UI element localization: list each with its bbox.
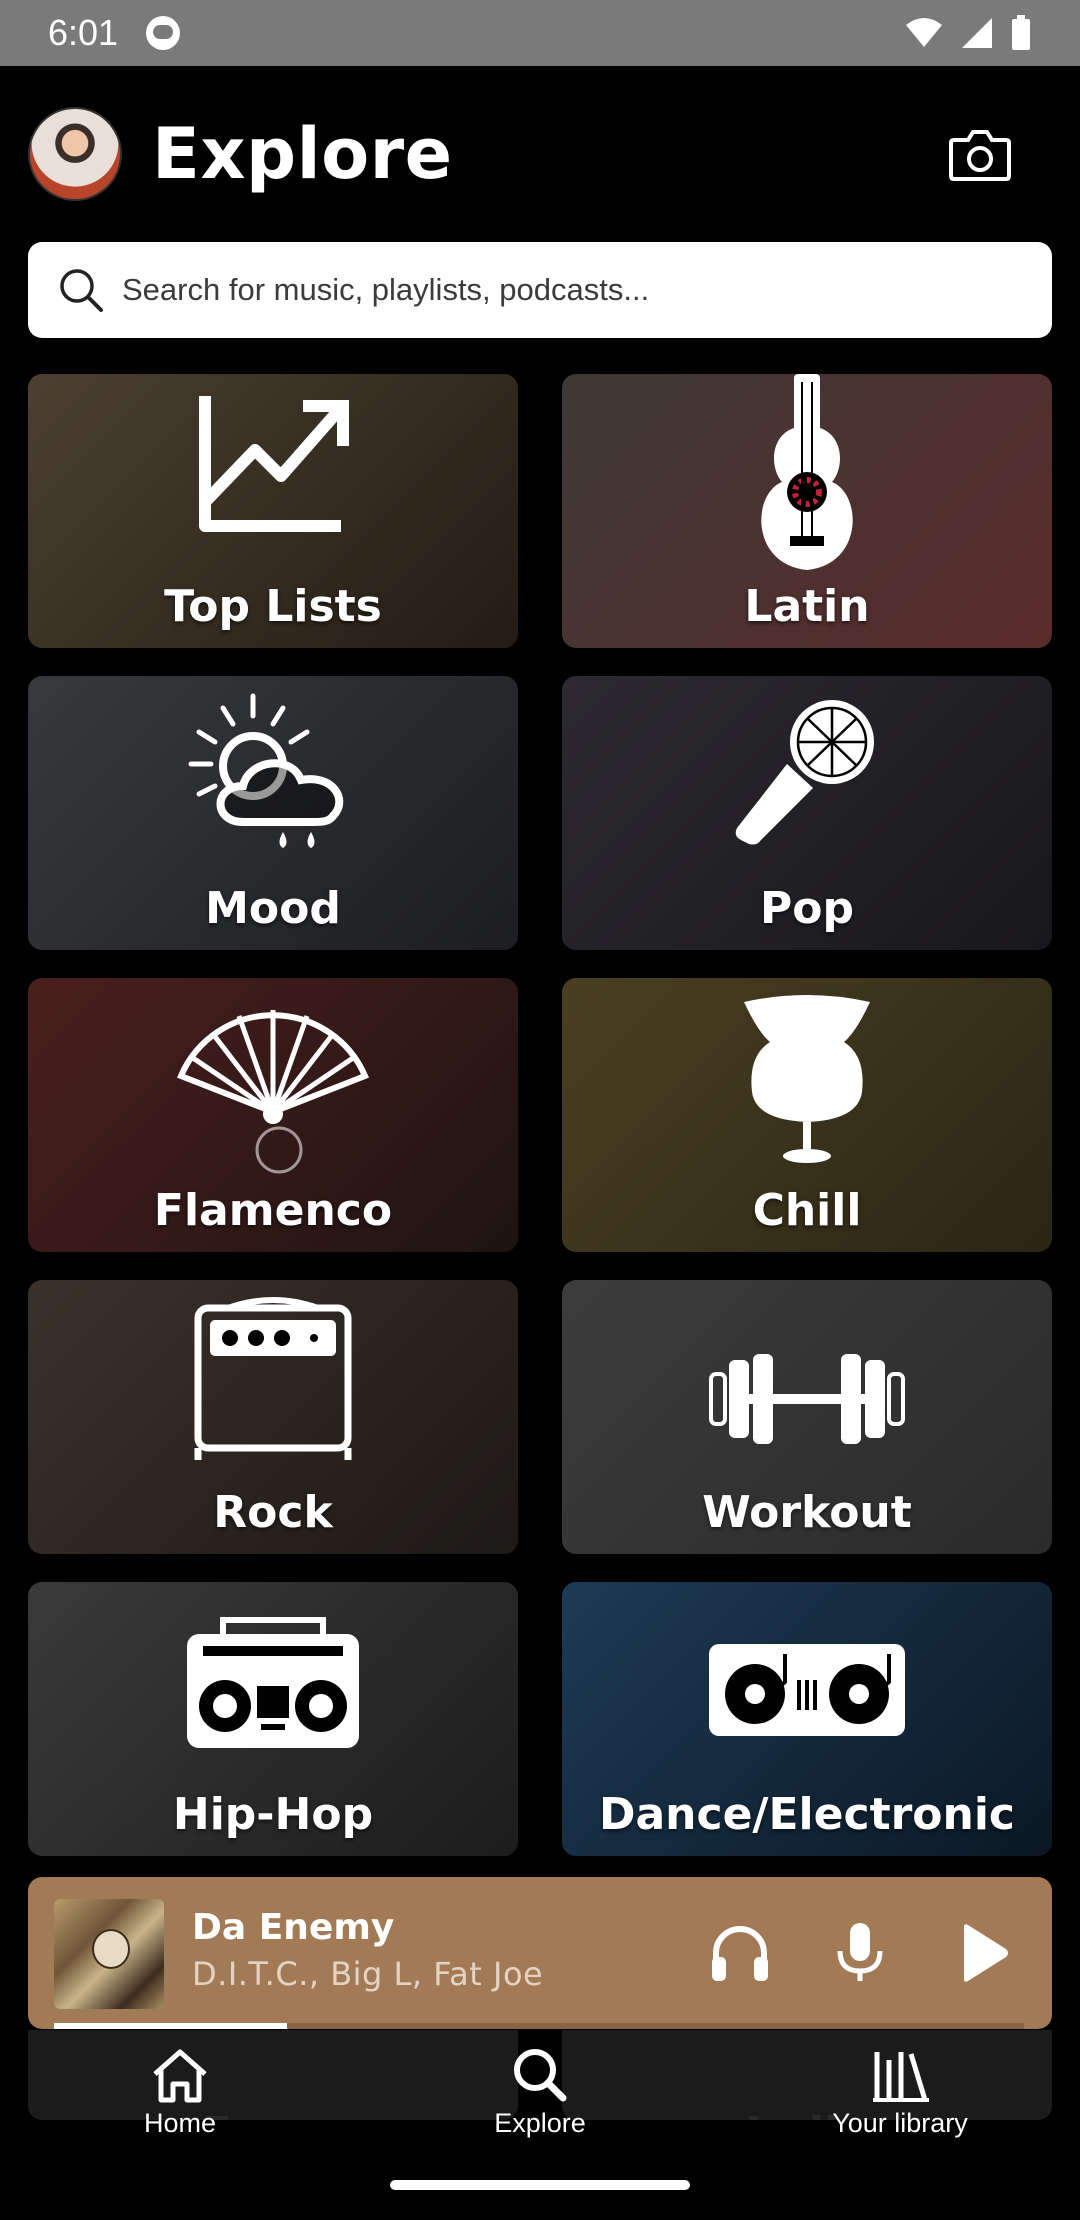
category-tile-workout[interactable]: Workout bbox=[562, 1280, 1052, 1554]
playback-progress bbox=[54, 2023, 1024, 2029]
library-icon bbox=[873, 2052, 929, 2102]
track-title: Da Enemy bbox=[192, 1907, 395, 1948]
album-art[interactable] bbox=[54, 1899, 164, 2009]
page-title: Explore bbox=[152, 113, 453, 195]
turntable-icon bbox=[709, 1644, 905, 1736]
app-notification-icon bbox=[146, 16, 181, 50]
explore-icon bbox=[514, 2049, 567, 2102]
track-artist: D.I.T.C., Big L, Fat Joe bbox=[192, 1955, 544, 1993]
category-label: Hip-Hop bbox=[172, 1789, 374, 1840]
search-icon bbox=[60, 269, 103, 312]
playback-progress-fill bbox=[54, 2023, 287, 2029]
category-label: Workout bbox=[702, 1487, 912, 1538]
amplifier-icon bbox=[194, 1297, 352, 1460]
status-bar: 6:01 bbox=[0, 0, 1080, 66]
status-icons bbox=[904, 15, 1032, 51]
category-label: Flamenco bbox=[153, 1185, 393, 1236]
camera-icon[interactable] bbox=[948, 126, 1012, 182]
category-tile-chill[interactable]: Chill bbox=[562, 978, 1052, 1252]
page-header: Explore bbox=[28, 106, 1052, 202]
category-tile-latin[interactable]: Latin bbox=[562, 374, 1052, 648]
category-tile-top-lists[interactable]: Top Lists bbox=[28, 374, 518, 648]
nav-your-library[interactable]: Your library bbox=[790, 2046, 1010, 2139]
category-label: Chill bbox=[752, 1185, 862, 1236]
signal-icon bbox=[962, 18, 992, 48]
category-tile-hip-hop[interactable]: Hip-Hop bbox=[28, 1582, 518, 1856]
category-label: Latin bbox=[744, 581, 870, 632]
play-icon[interactable] bbox=[950, 1921, 1014, 1985]
category-label: Mood bbox=[205, 883, 341, 934]
avatar[interactable] bbox=[28, 107, 122, 201]
guitar-icon bbox=[761, 374, 853, 570]
boombox-icon bbox=[187, 1617, 359, 1748]
status-time: 6:01 bbox=[48, 12, 119, 53]
nav-label: Home bbox=[143, 2108, 217, 2138]
microphone-icon bbox=[735, 700, 874, 845]
home-indicator[interactable] bbox=[390, 2180, 690, 2190]
category-label: Rock bbox=[213, 1487, 333, 1538]
search-input[interactable] bbox=[122, 272, 1052, 308]
home-icon bbox=[153, 2049, 207, 2103]
search-bar[interactable] bbox=[28, 242, 1052, 338]
now-playing-bar[interactable]: Da Enemy D.I.T.C., Big L, Fat Joe bbox=[28, 1877, 1052, 2029]
bottom-navigation: Focus Indie Home Explore Your library bbox=[0, 2030, 1080, 2220]
nav-label: Explore bbox=[494, 2108, 586, 2138]
microphone-icon[interactable] bbox=[828, 1921, 892, 1985]
category-label: Dance/Electronic bbox=[598, 1789, 1016, 1840]
weather-icon bbox=[188, 693, 344, 848]
category-tile-flamenco[interactable]: Flamenco bbox=[28, 978, 518, 1252]
category-label: Pop bbox=[760, 883, 854, 934]
dumbbell-icon bbox=[709, 1354, 905, 1444]
category-tile-rock[interactable]: Rock bbox=[28, 1280, 518, 1554]
category-tile-dance-electronic[interactable]: Dance/Electronic bbox=[562, 1582, 1052, 1856]
trending-up-icon bbox=[199, 396, 349, 532]
category-tile-mood[interactable]: Mood bbox=[28, 676, 518, 950]
category-label: Top Lists bbox=[164, 581, 382, 632]
egg-chair-icon bbox=[744, 995, 870, 1163]
wifi-icon bbox=[906, 18, 942, 47]
fan-icon bbox=[177, 1010, 369, 1174]
headphones-icon[interactable] bbox=[708, 1921, 772, 1985]
nav-explore[interactable]: Explore bbox=[430, 2046, 650, 2139]
nav-label: Your library bbox=[832, 2108, 968, 2138]
category-tile-pop[interactable]: Pop bbox=[562, 676, 1052, 950]
battery-icon bbox=[1012, 15, 1030, 50]
nav-home[interactable]: Home bbox=[70, 2046, 290, 2139]
